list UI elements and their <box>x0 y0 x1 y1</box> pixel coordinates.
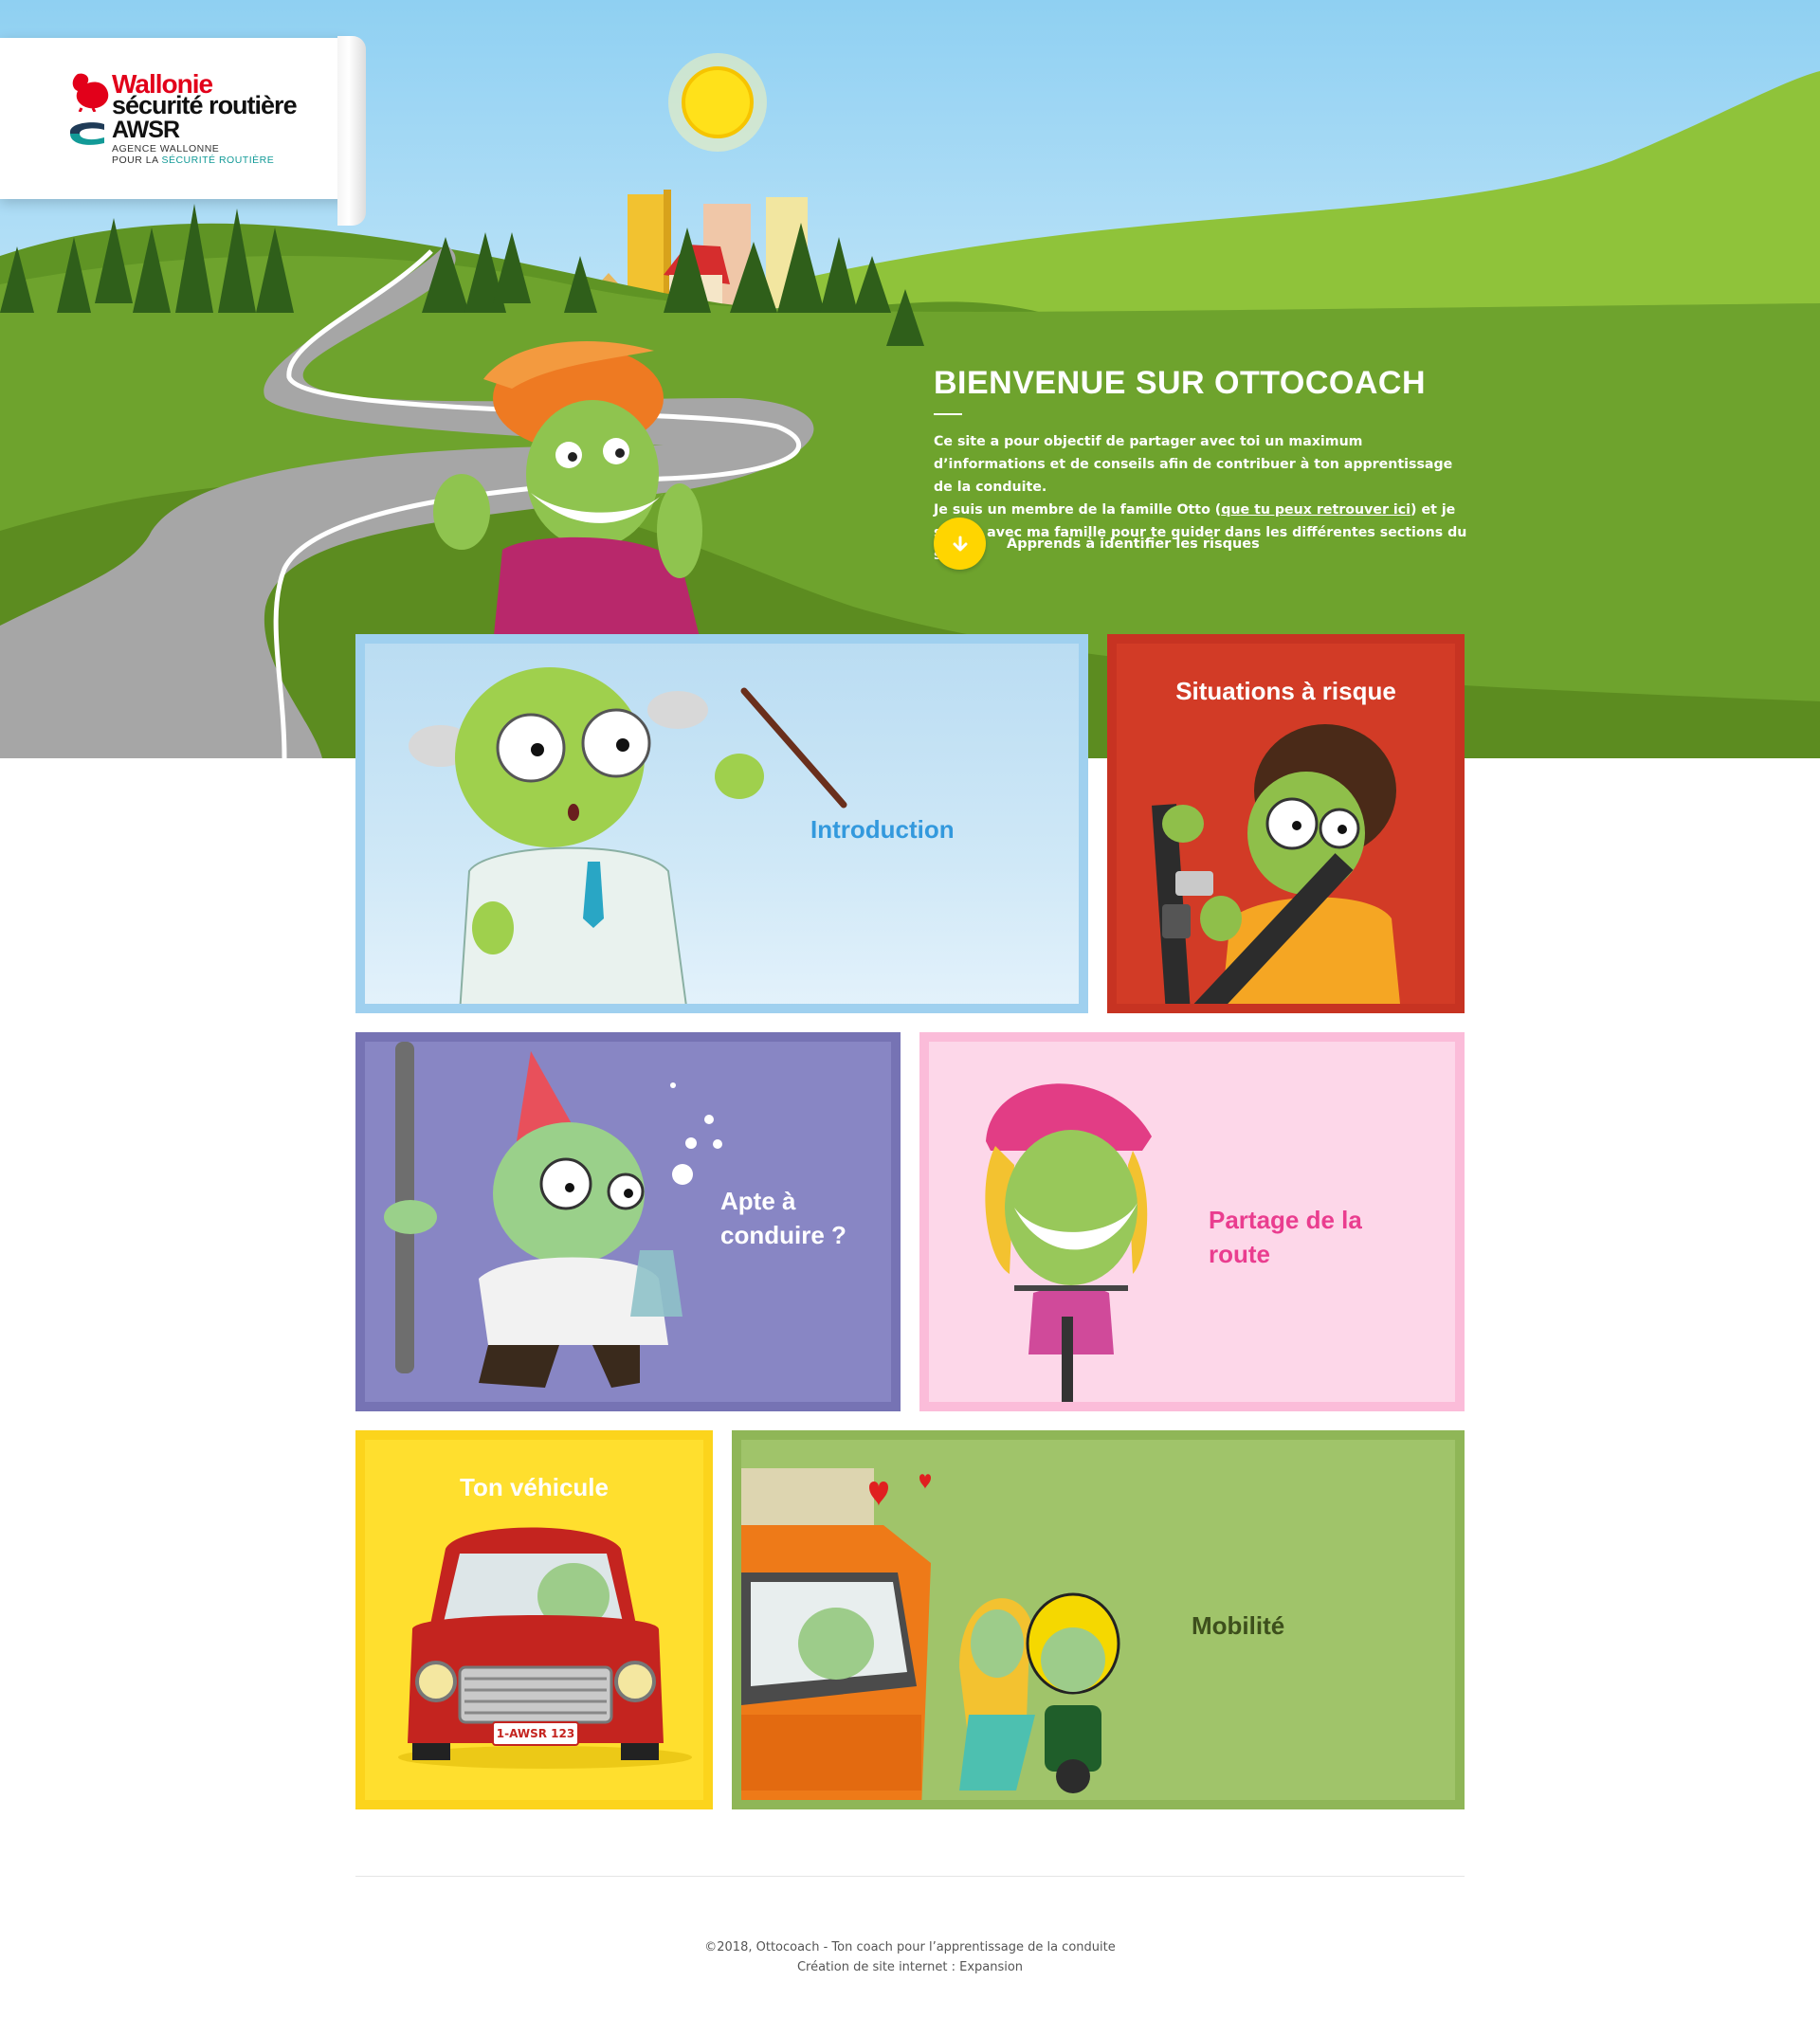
tile-label-vehicule: Ton véhicule <box>460 1473 609 1501</box>
tile-label-partage: Partage de la route <box>1209 1206 1362 1268</box>
license-plate-text: 1-AWSR 123 <box>496 1727 575 1740</box>
awsr-mark-icon <box>70 122 104 145</box>
tile-label-apte: Apte à conduire ? <box>720 1187 846 1249</box>
page-title: BIENVENUE SUR OTTOCOACH <box>934 365 1427 401</box>
footer-credit[interactable]: Création de site internet : Expansion <box>355 1957 1465 1977</box>
arrow-down-icon <box>934 518 986 570</box>
intro-part1: Ce site a pour objectif de partager avec… <box>934 434 1453 495</box>
logo-agency-line1: AGENCE WALLONNE <box>112 143 220 155</box>
tile-partage-de-la-route[interactable]: Partage de la route <box>919 1032 1465 1411</box>
logo-card-curl <box>337 36 366 226</box>
tile-introduction[interactable]: Introduction <box>355 634 1088 1013</box>
tile-apte-a-conduire[interactable]: Apte à conduire ? <box>355 1032 901 1411</box>
intro-part2-before: Je suis un membre de la famille Otto ( <box>934 502 1222 518</box>
logo-agency-prefix: POUR LA <box>112 155 162 166</box>
tile-ton-vehicule[interactable]: 1-AWSR 123 Ton véhicule <box>355 1430 713 1809</box>
footer-copyright: ©2018, Ottocoach - Ton coach pour l’appr… <box>704 1940 1116 1954</box>
footer: ©2018, Ottocoach - Ton coach pour l’appr… <box>355 1937 1465 1977</box>
bus-and-scooter-illustration <box>741 1468 1120 1809</box>
title-underline <box>934 413 962 415</box>
logo-agency-highlight: SÉCURITÉ ROUTIÈRE <box>161 155 275 166</box>
tile-label-mobilite: Mobilité <box>1192 1611 1285 1640</box>
famille-otto-link[interactable]: que tu peux retrouver ici <box>1221 502 1410 518</box>
logo-agency-line2: POUR LA SÉCURITÉ ROUTIÈRE <box>112 155 274 166</box>
footer-divider <box>355 1876 1465 1877</box>
tile-situations-a-risque[interactable]: Situations à risque <box>1107 634 1465 1013</box>
professor-character-illustration <box>409 667 847 1013</box>
logo-securite-routiere-text: sécurité routière <box>112 91 298 119</box>
logo-awsr-text: AWSR <box>112 117 180 143</box>
tile-label-situations: Situations à risque <box>1175 677 1396 705</box>
tile-label-introduction: Introduction <box>810 815 955 844</box>
tile-mobilite[interactable]: Mobilité <box>732 1430 1465 1809</box>
identify-risks-cta[interactable]: Apprends à identifier les risques <box>934 518 1260 570</box>
rooster-icon <box>72 73 109 112</box>
cta-label: Apprends à identifier les risques <box>1007 536 1260 552</box>
